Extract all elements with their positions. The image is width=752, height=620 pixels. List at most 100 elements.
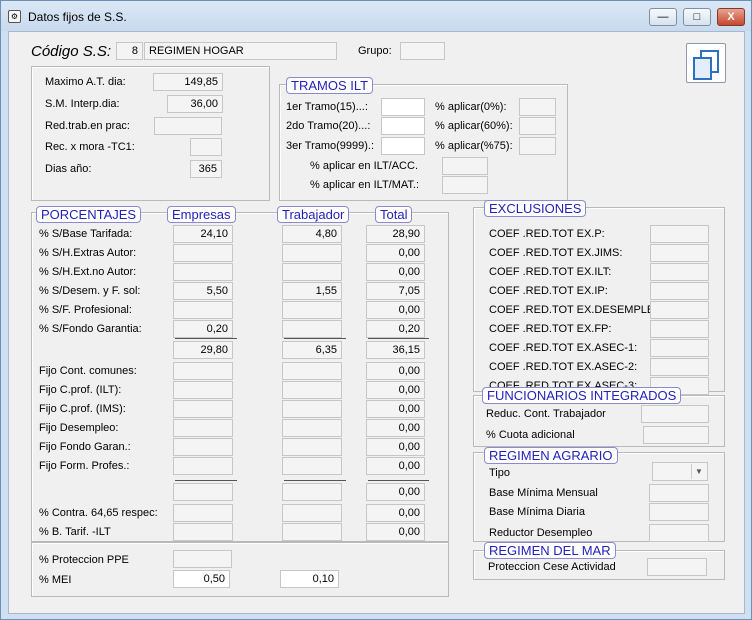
close-button[interactable]: X — [717, 8, 745, 26]
exclusion-label: COEF .RED.TOT EX.P: — [489, 228, 605, 240]
empresas-field[interactable]: 24,10 — [173, 225, 233, 243]
chevron-down-icon[interactable]: ▼ — [691, 464, 706, 479]
red-trab-label: Red.trab.en prac: — [45, 120, 130, 132]
total-field: 0,00 — [366, 419, 425, 437]
exclusion-input[interactable] — [650, 263, 709, 281]
red-trab-input[interactable] — [154, 117, 222, 135]
empresas-field[interactable] — [173, 301, 233, 319]
porcentaje-row-label: % S/H.Extras Autor: — [39, 247, 137, 259]
trabajador-field[interactable]: 6,35 — [282, 341, 342, 359]
empresas-field[interactable] — [173, 381, 233, 399]
tramo2-label: 2do Tramo(20)...: — [286, 120, 371, 132]
empresas-field[interactable] — [173, 362, 233, 380]
tramo1-input[interactable] — [381, 98, 425, 116]
trabajador-field[interactable] — [282, 381, 342, 399]
trabajador-field[interactable] — [282, 362, 342, 380]
minimize-button[interactable]: — — [649, 8, 677, 26]
aplicar1-input[interactable] — [519, 98, 556, 116]
reductor-input[interactable] — [649, 524, 709, 542]
copy-button[interactable] — [686, 43, 726, 83]
base-diaria-input[interactable] — [649, 503, 709, 521]
maximize-button[interactable]: □ — [683, 8, 711, 26]
trabajador-field[interactable] — [282, 400, 342, 418]
maximo-label: Maximo A.T. dia: — [45, 76, 126, 88]
separator-rule — [175, 338, 237, 339]
trabajador-field[interactable] — [282, 483, 342, 501]
empresas-field[interactable] — [173, 419, 233, 437]
empresas-field[interactable] — [173, 483, 233, 501]
tramos-legend: TRAMOS ILT — [286, 77, 374, 94]
ilt-mat-input[interactable] — [442, 176, 488, 194]
ppe-mei-panel — [31, 542, 449, 597]
total-field: 0,20 — [366, 320, 425, 338]
empresas-field[interactable]: 29,80 — [173, 341, 233, 359]
cese-actividad-input[interactable] — [647, 558, 707, 576]
empresas-field[interactable] — [173, 438, 233, 456]
app-icon: ⚙ — [8, 10, 21, 23]
empresas-field[interactable] — [173, 263, 233, 281]
mar-legend: REGIMEN DEL MAR — [484, 542, 616, 559]
exclusion-label: COEF .RED.TOT EX.DESEMPLEO: — [489, 304, 666, 316]
sm-interp-label: S.M. Interp.dia: — [45, 98, 120, 110]
grupo-input[interactable] — [400, 42, 445, 60]
empresas-field[interactable] — [173, 400, 233, 418]
empresas-field[interactable] — [173, 523, 233, 541]
exclusion-input[interactable] — [650, 339, 709, 357]
codigo-input[interactable]: 8 — [116, 42, 143, 60]
tramo2-input[interactable] — [381, 117, 425, 135]
trabajador-field[interactable] — [282, 419, 342, 437]
ilt-acc-input[interactable] — [442, 157, 488, 175]
mei-trabajador-input[interactable]: 0,10 — [280, 570, 339, 588]
exclusion-label: COEF .RED.TOT EX.FP: — [489, 323, 612, 335]
cese-actividad-label: Proteccion Cese Actividad — [488, 561, 616, 573]
rec-mora-input[interactable] — [190, 138, 222, 156]
title-bar: ⚙ Datos fijos de S.S. — □ X — [1, 1, 751, 31]
trabajador-field[interactable] — [282, 457, 342, 475]
trabajador-field[interactable]: 1,55 — [282, 282, 342, 300]
tipo-select[interactable]: ▼ — [652, 462, 708, 481]
total-field: 0,00 — [366, 244, 425, 262]
base-mensual-input[interactable] — [649, 484, 709, 502]
reductor-label: Reductor Desempleo — [489, 527, 593, 539]
trabajador-field[interactable]: 4,80 — [282, 225, 342, 243]
dias-input[interactable]: 365 — [190, 160, 222, 178]
sm-interp-input[interactable]: 36,00 — [167, 95, 223, 113]
porcentaje-row-label: % S/H.Ext.no Autor: — [39, 266, 137, 278]
mei-empresas-input[interactable]: 0,50 — [173, 570, 230, 588]
ilt-acc-label: % aplicar en ILT/ACC. — [310, 160, 419, 172]
total-field: 0,00 — [366, 438, 425, 456]
empresas-field[interactable]: 0,20 — [173, 320, 233, 338]
trabajador-field[interactable] — [282, 438, 342, 456]
tramo1-label: 1er Tramo(15)...: — [286, 101, 368, 113]
trabajador-field[interactable] — [282, 301, 342, 319]
trabajador-field[interactable] — [282, 263, 342, 281]
exclusion-input[interactable] — [650, 225, 709, 243]
exclusion-input[interactable] — [650, 358, 709, 376]
exclusiones-legend: EXCLUSIONES — [484, 200, 587, 217]
empresas-field[interactable] — [173, 457, 233, 475]
base-diaria-label: Base Mínima Diaria — [489, 506, 585, 518]
fijo-row-label: Fijo Form. Profes.: — [39, 460, 130, 472]
empresas-field[interactable] — [173, 504, 233, 522]
extra-row-label: % B. Tarif. -ILT — [39, 526, 111, 538]
cuota-adicional-input[interactable] — [643, 426, 709, 444]
trabajador-field[interactable] — [282, 504, 342, 522]
exclusion-input[interactable] — [650, 320, 709, 338]
total-field: 36,15 — [366, 341, 425, 359]
exclusion-input[interactable] — [650, 282, 709, 300]
aplicar2-label: % aplicar(60%): — [435, 120, 513, 132]
aplicar3-input[interactable] — [519, 137, 556, 155]
ppe-input[interactable] — [173, 550, 232, 568]
aplicar2-input[interactable] — [519, 117, 556, 135]
exclusion-input[interactable] — [650, 301, 709, 319]
trabajador-field[interactable] — [282, 320, 342, 338]
exclusion-input[interactable] — [650, 244, 709, 262]
maximo-input[interactable]: 149,85 — [153, 73, 223, 91]
trabajador-field[interactable] — [282, 244, 342, 262]
trabajador-field[interactable] — [282, 523, 342, 541]
reduc-cont-input[interactable] — [641, 405, 709, 423]
tramo3-input[interactable] — [381, 137, 425, 155]
empresas-field[interactable] — [173, 244, 233, 262]
empresas-field[interactable]: 5,50 — [173, 282, 233, 300]
extra-row-label: % Contra. 64,65 respec: — [39, 507, 158, 519]
